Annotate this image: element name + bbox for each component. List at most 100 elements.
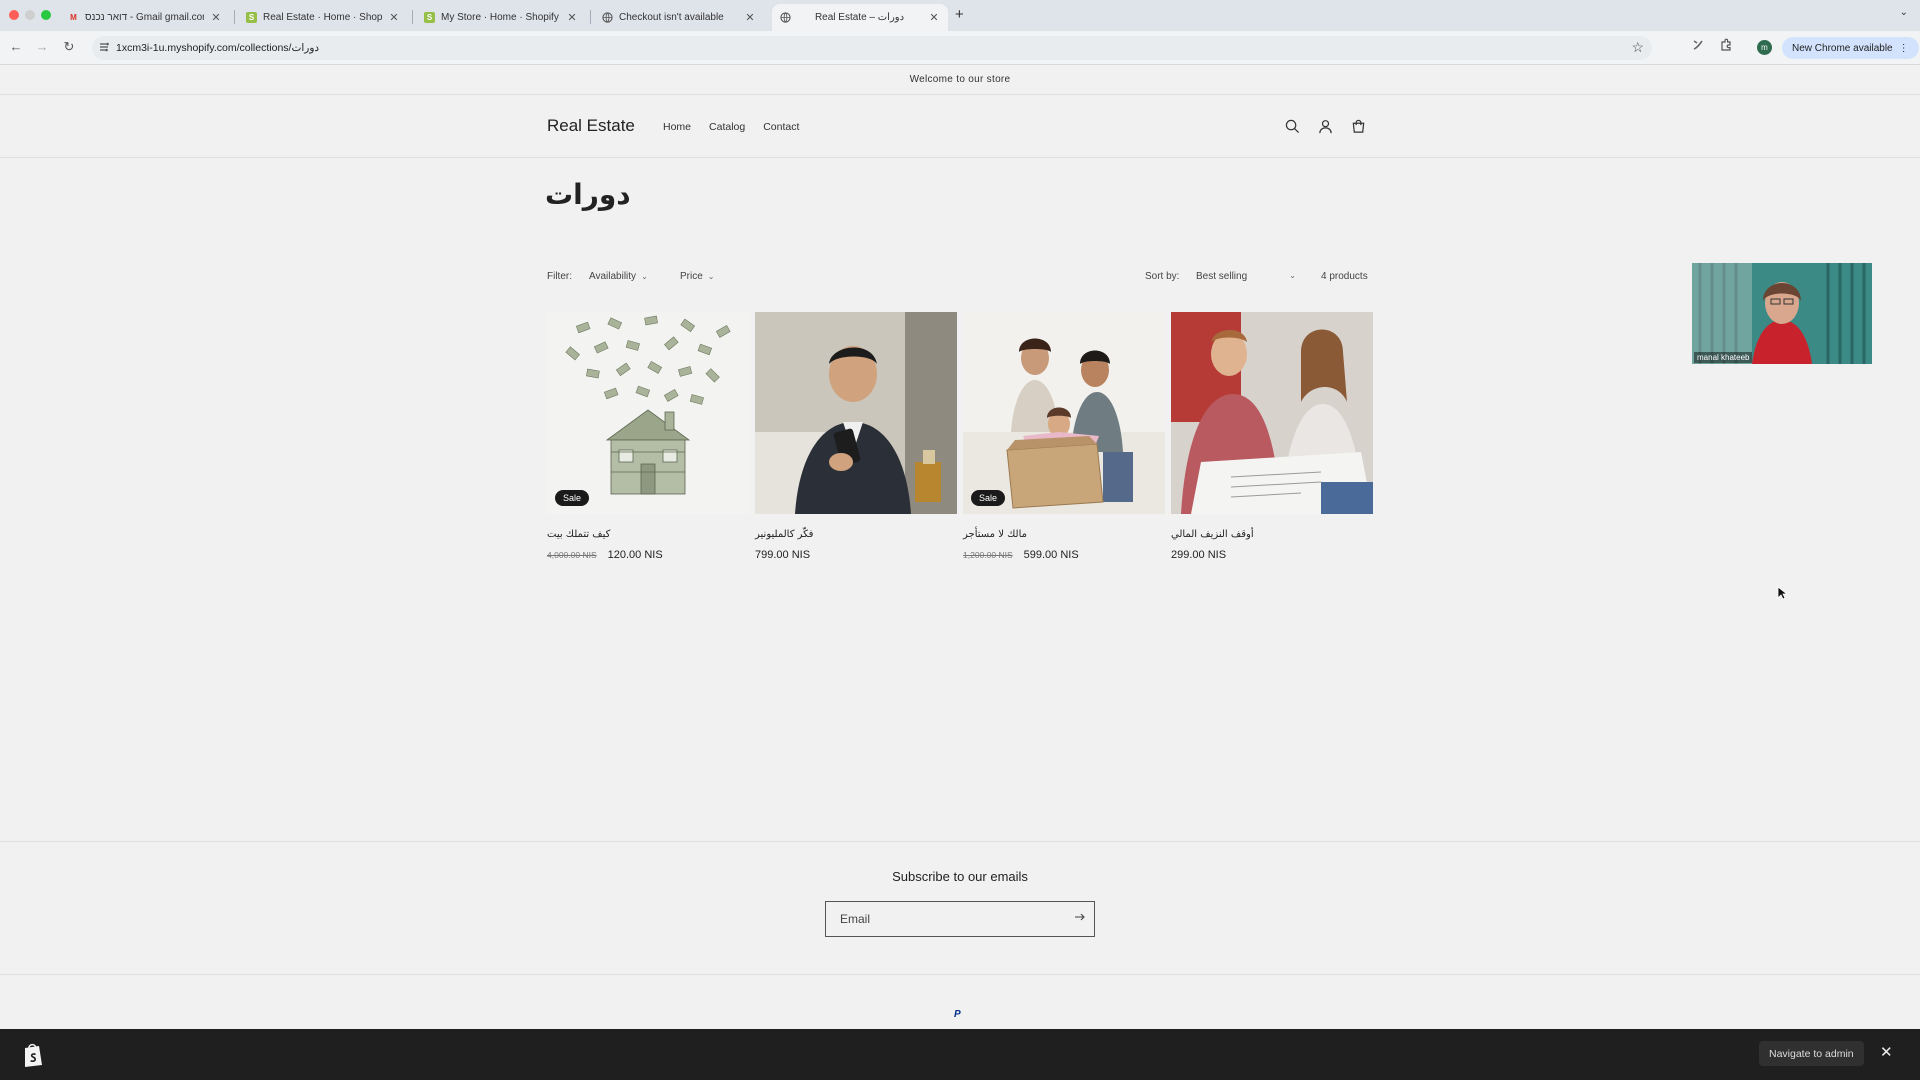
announcement-bar: Welcome to our store [0,65,1920,95]
nav-catalog[interactable]: Catalog [709,121,745,133]
filter-label: Filter: [547,271,572,282]
price-filter[interactable]: Price ⌄ [680,271,715,282]
product-card[interactable]: فكّر كالمليونير 799.00 NIS [755,312,957,561]
paypal-icon: P [954,1009,961,1020]
product-card[interactable]: أوقف النزيف المالي 299.00 NIS [1171,312,1373,561]
address-bar[interactable]: 1xcm3i-1u.myshopify.com/collections/دورا… [92,36,1652,60]
browser-tab-checkout[interactable]: Checkout isn't available ✕ [594,4,764,31]
close-tab-icon[interactable]: ✕ [566,11,578,24]
chrome-pill-label: New Chrome available [1792,42,1893,54]
newsletter-heading: Subscribe to our emails [892,869,1028,884]
maximize-window-button[interactable] [41,10,51,20]
browser-tab-my-store[interactable]: S My Store · Home · Shopify ✕ [416,4,586,31]
product-grid: Sale كيف تتملك بيت 4,000.00 NIS 120.00 N… [547,312,1373,561]
newsletter-form [825,901,1095,937]
product-title[interactable]: كيف تتملك بيت [547,529,749,540]
browser-toolbar: ← → ↻ 1xcm3i-1u.myshopify.com/collection… [0,31,1920,65]
availability-filter[interactable]: Availability ⌄ [589,271,648,282]
back-button[interactable]: ← [7,39,25,54]
shopify-icon: S [246,12,257,23]
browser-tab-gmail[interactable]: M דואר נכנס - Gmail ‏gmail.com ✕ [60,4,230,31]
sale-badge: Sale [555,490,590,506]
product-price: 799.00 NIS [755,549,957,561]
product-image-family-moving[interactable]: Sale [963,312,1165,514]
sort-label: Sort by: [1145,271,1180,282]
forward-button[interactable]: → [33,39,51,54]
browser-tab-active-collection[interactable]: Real Estate – دورات ✕ [772,4,948,31]
tab-title: Real Estate · Home · Shopify [263,12,382,23]
compare-at-price: 4,000.00 NIS [547,550,597,560]
minimize-window-button[interactable] [25,10,35,20]
close-icon[interactable]: ✕ [1880,1043,1893,1061]
more-vert-icon: ⋮ [1898,42,1909,54]
product-title[interactable]: أوقف النزيف المالي [1171,529,1373,540]
close-tab-icon[interactable]: ✕ [928,11,940,24]
mouse-cursor-icon [1777,586,1787,600]
globe-icon [602,12,613,23]
site-info-icon[interactable] [98,41,110,56]
footer-divider [0,841,1920,842]
availability-filter-label: Availability [589,271,637,282]
reload-button[interactable]: ↻ [60,39,78,55]
product-count: 4 products [1321,271,1368,282]
regular-price: 799.00 NIS [755,549,811,561]
product-image-couple-paperwork[interactable] [1171,312,1373,514]
close-window-button[interactable] [9,10,19,20]
arrow-right-icon[interactable] [1074,911,1086,926]
email-input[interactable] [826,902,1056,936]
participant-name: manal khateeb [1694,352,1753,363]
chevron-down-icon: ⌄ [1289,271,1296,280]
account-icon[interactable] [1316,117,1335,136]
chevron-down-icon: ⌄ [707,272,715,281]
sale-price: 120.00 NIS [607,549,663,561]
chevron-down-icon: ⌄ [641,272,648,281]
product-title[interactable]: مالك لا مستأجر [963,529,1165,540]
browser-tab-real-estate-admin[interactable]: S Real Estate · Home · Shopify ✕ [238,4,408,31]
product-card[interactable]: Sale كيف تتملك بيت 4,000.00 NIS 120.00 N… [547,312,749,561]
product-price: 299.00 NIS [1171,549,1373,561]
tab-separator [234,10,235,24]
tab-separator [590,10,591,24]
shopify-icon: S [424,12,435,23]
regular-price: 299.00 NIS [1171,549,1227,561]
globe-icon [780,12,791,23]
bookmark-star-icon[interactable]: ☆ [1631,39,1644,56]
shopify-logo-icon[interactable] [22,1042,44,1067]
sort-select[interactable]: Best selling ⌄ [1196,271,1296,282]
store-header: Real Estate Home Catalog Contact [0,96,1920,158]
new-chrome-available-button[interactable]: New Chrome available ⋮ [1782,37,1919,59]
close-tab-icon[interactable]: ✕ [388,11,400,24]
product-price: 1,200.00 NIS 599.00 NIS [963,549,1165,561]
product-price: 4,000.00 NIS 120.00 NIS [547,549,749,561]
url-text[interactable]: 1xcm3i-1u.myshopify.com/collections/دورا… [116,42,319,54]
navigate-to-admin-button[interactable]: Navigate to admin [1759,1041,1864,1066]
header-icons [1283,117,1368,136]
nav-contact[interactable]: Contact [763,121,799,133]
extension-icon[interactable] [1691,38,1705,55]
tab-title: My Store · Home · Shopify [441,12,559,23]
video-feed-image [1692,263,1872,364]
sale-badge: Sale [971,490,1006,506]
price-filter-label: Price [680,271,703,282]
tab-search-chevron-icon[interactable]: ⌄ [1900,7,1908,18]
product-card[interactable]: Sale مالك لا مستأجر 1,200.00 NIS 599.00 … [963,312,1165,561]
tab-title: Real Estate – دورات [814,12,905,23]
collection-title: دورات [545,178,631,211]
new-tab-button[interactable]: + [955,6,964,23]
compare-at-price: 1,200.00 NIS [963,550,1013,560]
close-tab-icon[interactable]: ✕ [210,11,222,24]
footer-divider [0,974,1920,975]
product-image-money-house[interactable]: Sale [547,312,749,514]
tab-title: דואר נכנס - Gmail ‏gmail.com [85,12,204,23]
product-image-businessman[interactable] [755,312,957,514]
extensions-puzzle-icon[interactable] [1719,38,1733,55]
cart-icon[interactable] [1349,117,1368,136]
close-tab-icon[interactable]: ✕ [744,11,756,24]
tab-title: Checkout isn't available [619,12,724,23]
nav-home[interactable]: Home [663,121,691,133]
product-title[interactable]: فكّر كالمليونير [755,529,957,540]
video-call-overlay[interactable]: manal khateeb [1692,263,1872,364]
search-icon[interactable] [1283,117,1302,136]
store-logo[interactable]: Real Estate [547,116,635,136]
profile-avatar[interactable]: m [1757,40,1772,55]
